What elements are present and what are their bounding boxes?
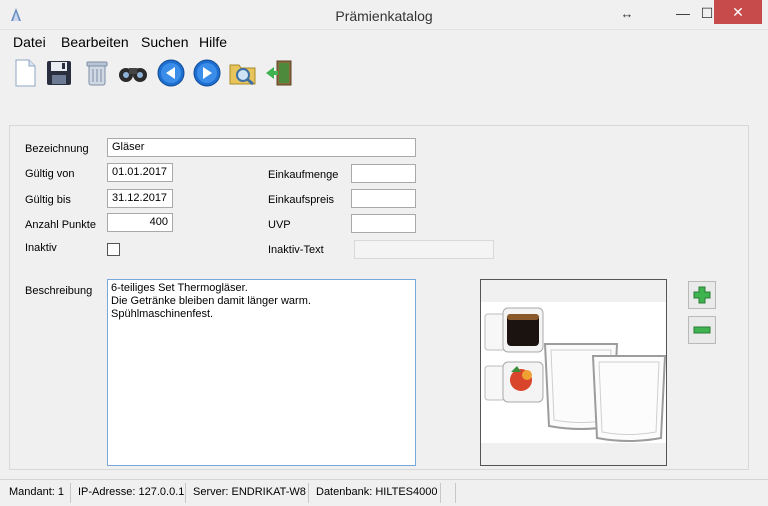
close-button[interactable]: ✕ bbox=[714, 0, 762, 24]
anzahl-punkte-field[interactable]: 400 bbox=[107, 213, 173, 232]
window-title: Prämienkatalog bbox=[335, 8, 433, 24]
inaktiv-text-label: Inaktiv-Text bbox=[268, 244, 324, 256]
inaktiv-label: Inaktiv bbox=[25, 242, 57, 254]
gueltig-von-field[interactable]: 01.01.2017 bbox=[107, 163, 173, 182]
anzahl-punkte-label: Anzahl Punkte bbox=[25, 219, 96, 231]
add-image-button[interactable] bbox=[688, 281, 716, 309]
uvp-field[interactable] bbox=[351, 214, 416, 233]
delete-icon[interactable] bbox=[82, 58, 112, 88]
status-mandant: Mandant: 1 bbox=[9, 486, 65, 498]
status-datenbank: Datenbank: HILTES4000 bbox=[316, 486, 438, 498]
bezeichnung-field[interactable]: Gläser bbox=[107, 138, 416, 157]
glasses-photo bbox=[481, 302, 666, 443]
product-image[interactable] bbox=[480, 279, 667, 466]
menu-datei[interactable]: Datei bbox=[13, 34, 46, 50]
menu-bar: Datei Bearbeiten Suchen Hilfe bbox=[0, 31, 768, 53]
plus-icon bbox=[693, 286, 711, 304]
status-separator bbox=[308, 483, 309, 503]
next-record-icon[interactable] bbox=[192, 58, 222, 88]
uvp-label: UVP bbox=[268, 219, 291, 231]
einkaufmenge-label: Einkaufmenge bbox=[268, 169, 339, 181]
status-separator bbox=[70, 483, 71, 503]
gueltig-bis-label: Gültig bis bbox=[25, 194, 71, 206]
einkaufspreis-label: Einkaufspreis bbox=[268, 194, 335, 206]
new-document-icon[interactable] bbox=[10, 58, 40, 88]
find-icon[interactable] bbox=[228, 58, 258, 88]
title-bar: Prämienkatalog ↔ — ☐ ✕ bbox=[0, 0, 768, 30]
exit-icon[interactable] bbox=[264, 58, 294, 88]
beschreibung-label: Beschreibung bbox=[25, 285, 93, 297]
gueltig-von-label: Gültig von bbox=[25, 168, 75, 180]
resize-icon[interactable]: ↔ bbox=[612, 0, 642, 26]
search-binoculars-icon[interactable] bbox=[118, 58, 148, 88]
minus-icon bbox=[693, 326, 711, 334]
einkaufmenge-field[interactable] bbox=[351, 164, 416, 183]
previous-record-icon[interactable] bbox=[156, 58, 186, 88]
inaktiv-text-field bbox=[354, 240, 494, 259]
inaktiv-checkbox[interactable] bbox=[107, 243, 120, 256]
bezeichnung-label: Bezeichnung bbox=[25, 143, 89, 155]
status-separator bbox=[185, 483, 186, 503]
status-server: Server: ENDRIKAT-W8 bbox=[193, 486, 306, 498]
status-separator bbox=[440, 483, 441, 503]
status-ip: IP-Adresse: 127.0.0.1 bbox=[78, 486, 185, 498]
menu-suchen[interactable]: Suchen bbox=[141, 34, 188, 50]
toolbar bbox=[0, 54, 768, 94]
menu-bearbeiten[interactable]: Bearbeiten bbox=[61, 34, 129, 50]
save-icon[interactable] bbox=[44, 58, 74, 88]
beschreibung-textarea[interactable]: 6-teiliges Set Thermogläser. Die Getränk… bbox=[107, 279, 416, 466]
status-bar: Mandant: 1 IP-Adresse: 127.0.0.1 Server:… bbox=[0, 479, 768, 506]
status-separator bbox=[455, 483, 456, 503]
gueltig-bis-field[interactable]: 31.12.2017 bbox=[107, 189, 173, 208]
remove-image-button[interactable] bbox=[688, 316, 716, 344]
menu-hilfe[interactable]: Hilfe bbox=[199, 34, 227, 50]
einkaufspreis-field[interactable] bbox=[351, 189, 416, 208]
